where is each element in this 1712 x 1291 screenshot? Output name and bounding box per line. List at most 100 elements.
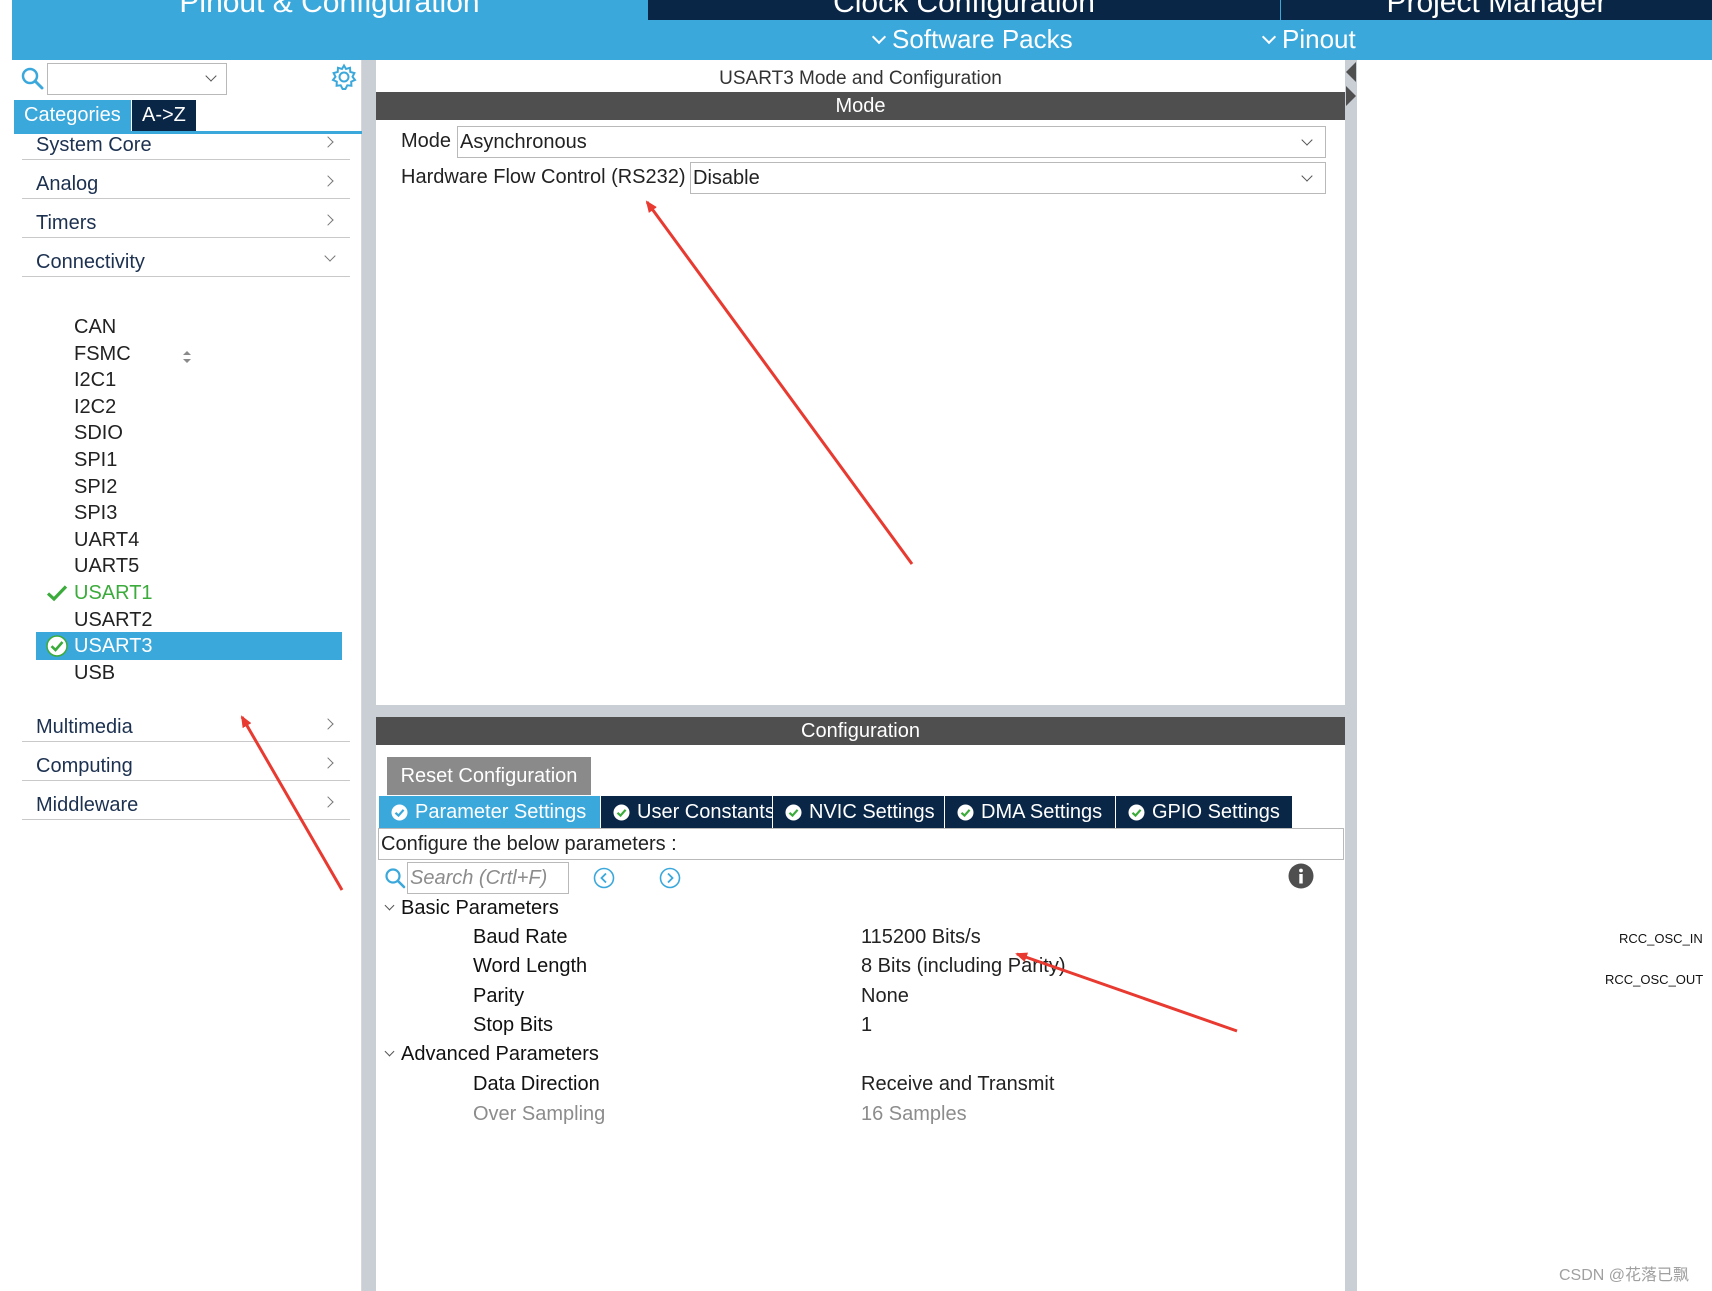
peripheral-label: USART3 xyxy=(74,635,153,658)
peripheral-item-usart2[interactable]: USART2 xyxy=(36,606,356,634)
hw-flow-control-select[interactable]: Disable xyxy=(690,162,1326,194)
watermark: CSDN @花落已飘 xyxy=(1559,1267,1690,1284)
peripheral-item-usart3[interactable]: USART3 xyxy=(36,632,342,661)
tab-parameter-settings[interactable]: Parameter Settings xyxy=(379,796,600,828)
chevron-right-icon xyxy=(322,718,334,730)
peripheral-label: SPI3 xyxy=(74,502,118,525)
peripheral-label: UART4 xyxy=(74,528,140,551)
peripheral-item-i2c1[interactable]: I2C1 xyxy=(36,366,356,394)
peripheral-label: FSMC xyxy=(74,342,131,365)
param-data-direction-value[interactable]: Receive and Transmit xyxy=(861,1073,1054,1096)
mode-select[interactable]: Asynchronous xyxy=(457,126,1326,158)
chevron-down-icon xyxy=(205,70,217,82)
peripheral-label: UART5 xyxy=(74,555,140,578)
param-baud-rate-value[interactable]: 115200 Bits/s xyxy=(861,926,981,949)
category-analog[interactable]: Analog xyxy=(22,157,350,199)
peripheral-item-uart4[interactable]: UART4 xyxy=(36,526,356,554)
pin-label-osc-out: RCC_OSC_OUT xyxy=(1605,972,1704,987)
collapse-arrows-icon[interactable] xyxy=(1345,60,1357,108)
category-middleware[interactable]: Middleware xyxy=(22,778,350,820)
tab-project-manager[interactable]: Project Manager xyxy=(1281,0,1712,20)
chevron-down-icon xyxy=(1301,170,1313,182)
panel-title: USART3 Mode and Configuration xyxy=(719,68,1002,89)
peripheral-label: I2C1 xyxy=(74,369,117,392)
peripheral-label: I2C2 xyxy=(74,395,117,418)
top-menu-bar: Pinout & Configuration Clock Configurati… xyxy=(12,0,1712,60)
search-dropdown[interactable] xyxy=(47,63,227,95)
mode-configuration-panel: USART3 Mode and Configuration Mode Mode … xyxy=(376,60,1345,1291)
tab-gpio-settings[interactable]: GPIO Settings xyxy=(1116,796,1292,828)
check-circle-icon xyxy=(46,635,68,657)
chevron-down-icon xyxy=(1261,29,1277,45)
pin-label-osc-in: RCC_OSC_IN xyxy=(1619,931,1703,946)
peripheral-item-sdio[interactable]: SDIO xyxy=(36,419,356,447)
pinout-menu[interactable]: Pinout xyxy=(1260,24,1356,55)
check-circle-icon xyxy=(785,804,802,821)
mode-label: Mode xyxy=(401,130,452,152)
chevron-right-icon xyxy=(322,175,334,187)
param-stop-bits-value[interactable]: 1 xyxy=(861,1014,872,1037)
tab-dma-settings[interactable]: DMA Settings xyxy=(945,796,1115,828)
check-circle-icon xyxy=(1128,804,1145,821)
configure-hint: Configure the below parameters : xyxy=(378,828,1344,860)
next-result-icon[interactable] xyxy=(659,867,681,889)
configuration-section: Configuration Reset Configuration Parame… xyxy=(376,717,1345,1291)
parameter-search-input[interactable]: Search (Crtl+F) xyxy=(407,862,569,894)
software-packs-menu[interactable]: Software Packs xyxy=(870,24,1073,55)
peripheral-label: CAN xyxy=(74,316,117,338)
peripheral-label: SDIO xyxy=(74,422,123,445)
tab-nvic-settings[interactable]: NVIC Settings xyxy=(773,796,944,828)
chevron-down-icon xyxy=(324,250,336,262)
search-icon[interactable] xyxy=(20,66,44,90)
previous-result-icon[interactable] xyxy=(593,867,615,889)
configuration-header: Configuration xyxy=(376,717,1345,745)
chevron-down-icon xyxy=(384,1046,395,1057)
peripheral-item-i2c2[interactable]: I2C2 xyxy=(36,393,356,421)
categories-panel: Categories A->Z System Core Analog Timer… xyxy=(12,60,362,1291)
param-parity-value[interactable]: None xyxy=(861,985,909,1008)
mode-header: Mode xyxy=(376,92,1345,120)
info-icon[interactable] xyxy=(1288,863,1314,889)
param-over-sampling-value: 16 Samples xyxy=(861,1103,967,1125)
peripheral-item-usb[interactable]: USB xyxy=(36,659,356,687)
right-splitter[interactable] xyxy=(1345,60,1357,1291)
chevron-right-icon xyxy=(322,136,334,148)
gear-icon[interactable] xyxy=(330,63,358,91)
peripheral-item-spi1[interactable]: SPI1 xyxy=(36,446,356,474)
peripheral-label: USART2 xyxy=(74,608,153,631)
peripheral-item-usart1[interactable]: USART1 xyxy=(36,579,356,607)
reset-configuration-button[interactable]: Reset Configuration xyxy=(387,757,591,795)
param-baud-rate-label: Baud Rate xyxy=(473,926,568,948)
peripheral-item-can[interactable]: CAN xyxy=(36,313,356,341)
left-splitter[interactable] xyxy=(362,60,376,1291)
category-multimedia[interactable]: Multimedia xyxy=(22,700,350,742)
param-over-sampling-label: Over Sampling xyxy=(473,1103,606,1125)
mode-section: USART3 Mode and Configuration Mode Mode … xyxy=(376,60,1345,705)
group-basic-parameters[interactable]: Basic Parameters xyxy=(384,897,559,920)
chevron-right-icon xyxy=(322,796,334,808)
chevron-right-icon xyxy=(322,757,334,769)
param-stop-bits-label: Stop Bits xyxy=(473,1014,554,1036)
category-connectivity[interactable]: Connectivity xyxy=(22,235,350,277)
category-system-core[interactable]: System Core xyxy=(22,118,350,160)
peripheral-item-fsmc[interactable]: FSMC xyxy=(36,340,356,368)
check-icon xyxy=(46,585,68,602)
peripheral-item-uart5[interactable]: UART5 xyxy=(36,552,356,580)
tab-user-constants[interactable]: User Constants xyxy=(601,796,775,828)
chevron-down-icon xyxy=(1301,134,1313,146)
check-circle-icon xyxy=(957,804,974,821)
peripheral-label: USB xyxy=(74,661,116,684)
peripheral-item-spi3[interactable]: SPI3 xyxy=(36,499,356,527)
chevron-right-icon xyxy=(322,214,334,226)
search-icon xyxy=(385,868,406,889)
category-timers[interactable]: Timers xyxy=(22,196,350,238)
param-word-length-value[interactable]: 8 Bits (including Parity) xyxy=(861,955,1066,978)
tab-clock-configuration[interactable]: Clock Configuration xyxy=(648,0,1280,20)
chevron-down-icon xyxy=(871,29,887,45)
peripheral-item-spi2[interactable]: SPI2 xyxy=(36,473,356,501)
param-parity-label: Parity xyxy=(473,985,525,1007)
group-advanced-parameters[interactable]: Advanced Parameters xyxy=(384,1043,599,1066)
peripheral-label: USART1 xyxy=(74,582,153,604)
tab-pinout-configuration[interactable]: Pinout & Configuration xyxy=(12,0,647,20)
category-computing[interactable]: Computing xyxy=(22,739,350,781)
